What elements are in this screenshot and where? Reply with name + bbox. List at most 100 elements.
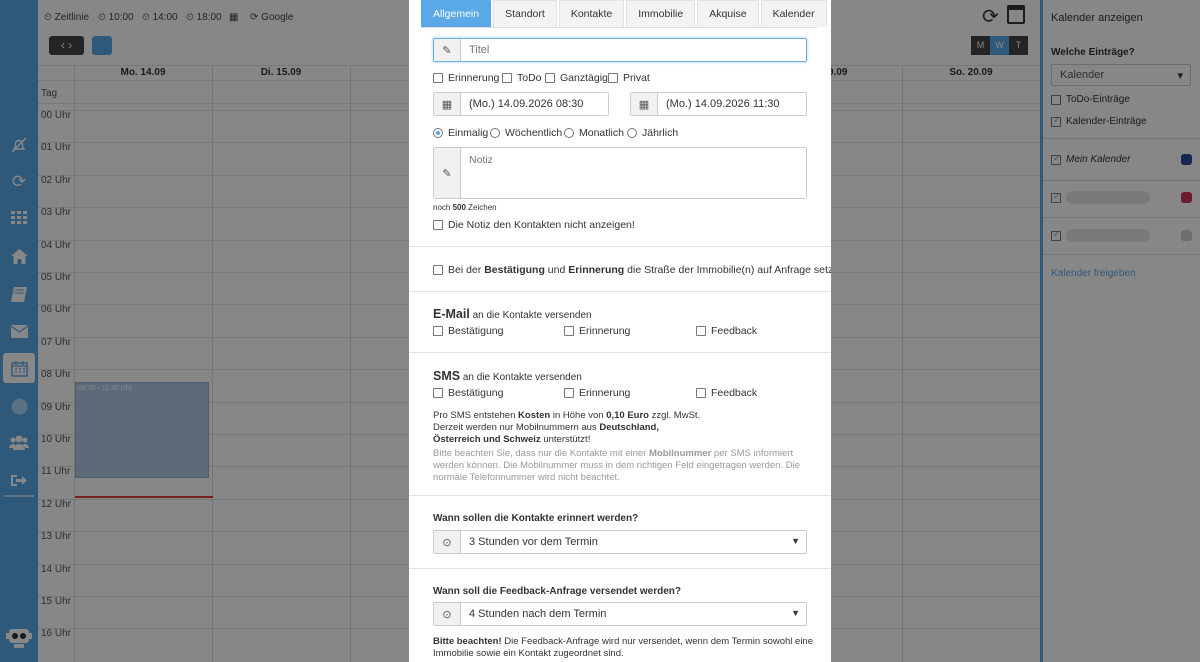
hide-note-label: Die Notiz den Kontakten nicht anzeigen! — [448, 219, 635, 231]
edit-icon: ✎ — [434, 148, 461, 198]
sms-cost-b2: 0,10 Euro — [606, 410, 649, 421]
feedback-warning: Bitte beachten! Die Feedback-Anfrage wir… — [433, 636, 813, 660]
email-section-title: E-Mail an die Kontakte versenden — [433, 307, 592, 321]
tab-immobilie[interactable]: Immobilie — [626, 0, 696, 27]
sms-cost-b4: Österreich und Schweiz — [433, 434, 541, 445]
email-feedback[interactable]: Feedback — [696, 325, 757, 337]
street-label: Bei der Bestätigung und Erinnerung die S… — [448, 264, 831, 276]
sms-feedback[interactable]: Feedback — [696, 387, 757, 399]
sms-note-1: Bitte beachten Sie, dass nur die Kontakt… — [433, 448, 649, 459]
sms-erinnerung-checkbox[interactable] — [564, 388, 574, 398]
email-bestaetigung[interactable]: Bestätigung — [433, 325, 503, 337]
tab-kontakte[interactable]: Kontakte — [558, 0, 625, 27]
sms-cost-3: zzgl. MwSt. — [649, 410, 701, 421]
hide-note-checkbox[interactable] — [433, 220, 443, 230]
sms-sub: an die Kontakte versenden — [460, 372, 582, 383]
edit-icon: ✎ — [434, 39, 461, 61]
sms-section-title: SMS an die Kontakte versenden — [433, 369, 582, 383]
chars-suffix: Zeichen — [465, 203, 497, 212]
end-date-value: (Mo.) 14.09.2026 11:30 — [666, 98, 780, 110]
chars-remaining: noch 500 Zeichen — [433, 203, 497, 212]
flag-todo[interactable]: ToDo — [502, 72, 542, 84]
recurrence-jaehrlich[interactable]: Jährlich — [627, 127, 678, 139]
email-erinnerung[interactable]: Erinnerung — [564, 325, 630, 337]
chevron-down-icon: ▼ — [791, 536, 800, 546]
ganztaegig-checkbox[interactable] — [545, 73, 555, 83]
monatlich-radio[interactable] — [564, 128, 574, 138]
street-post: die Straße der Immobilie(n) auf Anfrage … — [624, 264, 831, 276]
email-erinnerung-checkbox[interactable] — [564, 326, 574, 336]
sms-cost-b1: Kosten — [518, 410, 551, 421]
recurrence-monatlich[interactable]: Monatlich — [564, 127, 624, 139]
feedback-label: Wann soll die Feedback-Anfrage versendet… — [433, 586, 682, 597]
einmalig-label: Einmalig — [448, 127, 489, 139]
privat-label: Privat — [623, 72, 650, 84]
street-b2: Erinnerung — [568, 264, 625, 276]
jaehrlich-radio[interactable] — [627, 128, 637, 138]
feedback-value: 4 Stunden nach dem Termin — [469, 608, 607, 620]
sms-erinnerung[interactable]: Erinnerung — [564, 387, 630, 399]
remind-label: Wann sollen die Kontakte erinnert werden… — [433, 513, 639, 524]
flag-ganztaegig[interactable]: Ganztägig — [545, 72, 608, 84]
title-input[interactable] — [461, 40, 801, 60]
email-sub: an die Kontakte versenden — [469, 310, 592, 321]
monatlich-label: Monatlich — [579, 127, 624, 139]
erinnerung-checkbox[interactable] — [433, 73, 443, 83]
recurrence-woechentlich[interactable]: Wöchentlich — [490, 127, 562, 139]
ganztaegig-label: Ganztägig — [560, 72, 608, 84]
start-date-value: (Mo.) 14.09.2026 08:30 — [469, 98, 584, 110]
email-heading: E-Mail — [433, 307, 470, 321]
sms-feedback-checkbox[interactable] — [696, 388, 706, 398]
recurrence-einmalig[interactable]: Einmalig — [433, 127, 488, 139]
calendar-small-icon: ▦ — [631, 93, 658, 115]
note-field: ✎ — [433, 147, 807, 199]
sms-cost-info: Pro SMS entstehen Kosten in Höhe von 0,1… — [433, 410, 813, 446]
tab-allgemein[interactable]: Allgemein — [421, 0, 492, 27]
tab-kalender[interactable]: Kalender — [760, 0, 827, 27]
chars-count: 500 — [452, 203, 466, 212]
tab-akquise[interactable]: Akquise — [697, 0, 759, 27]
note-textarea[interactable] — [461, 148, 806, 198]
calendar-small-icon: ▦ — [434, 93, 461, 115]
email-bestaetigung-checkbox[interactable] — [433, 326, 443, 336]
sms-cost-2: in Höhe von — [550, 410, 607, 421]
flag-privat[interactable]: Privat — [608, 72, 650, 84]
jaehrlich-label: Jährlich — [642, 127, 679, 139]
sms-feedback-label: Feedback — [711, 387, 758, 399]
einmalig-radio[interactable] — [433, 128, 443, 138]
tab-standort[interactable]: Standort — [493, 0, 557, 27]
clock-icon: ⊙ — [434, 531, 461, 553]
street-checkbox[interactable] — [433, 265, 443, 275]
appointment-dialog: Allgemein Standort Kontakte Immobilie Ak… — [409, 0, 831, 662]
final-b: Bitte beachten! — [433, 636, 502, 647]
flag-erinnerung[interactable]: Erinnerung — [433, 72, 499, 84]
sms-note-b: Mobilnummer — [649, 448, 712, 459]
feedback-select[interactable]: ⊙ 4 Stunden nach dem Termin ▼ — [433, 602, 807, 626]
sms-bestaetigung-checkbox[interactable] — [433, 388, 443, 398]
sms-cost-1: Pro SMS entstehen — [433, 410, 519, 421]
start-date-field[interactable]: ▦ (Mo.) 14.09.2026 08:30 — [433, 92, 609, 116]
privat-checkbox[interactable] — [608, 73, 618, 83]
sms-cost-5: unterstützt! — [540, 434, 591, 445]
sms-cost-4: Derzeit werden nur Mobilnummern aus — [433, 422, 600, 433]
email-feedback-label: Feedback — [711, 325, 758, 337]
title-field: ✎ — [433, 38, 807, 62]
erinnerung-label: Erinnerung — [448, 72, 500, 84]
email-feedback-checkbox[interactable] — [696, 326, 706, 336]
clock-icon: ⊙ — [434, 603, 461, 625]
street-option[interactable]: Bei der Bestätigung und Erinnerung die S… — [433, 264, 831, 276]
dialog-tabs: Allgemein Standort Kontakte Immobilie Ak… — [421, 0, 827, 27]
remind-select[interactable]: ⊙ 3 Stunden vor dem Termin ▼ — [433, 530, 807, 554]
sms-erinnerung-label: Erinnerung — [579, 387, 631, 399]
remind-value: 3 Stunden vor dem Termin — [469, 536, 598, 548]
hide-note-option[interactable]: Die Notiz den Kontakten nicht anzeigen! — [433, 219, 635, 231]
sms-bestaetigung[interactable]: Bestätigung — [433, 387, 503, 399]
sms-note: Bitte beachten Sie, dass nur die Kontakt… — [433, 448, 813, 484]
street-mid: und — [544, 264, 569, 276]
woechentlich-label: Wöchentlich — [505, 127, 563, 139]
todo-checkbox[interactable] — [502, 73, 512, 83]
todo-label: ToDo — [517, 72, 542, 84]
end-date-field[interactable]: ▦ (Mo.) 14.09.2026 11:30 — [630, 92, 807, 116]
woechentlich-radio[interactable] — [490, 128, 500, 138]
email-bestaetigung-label: Bestätigung — [448, 325, 504, 337]
